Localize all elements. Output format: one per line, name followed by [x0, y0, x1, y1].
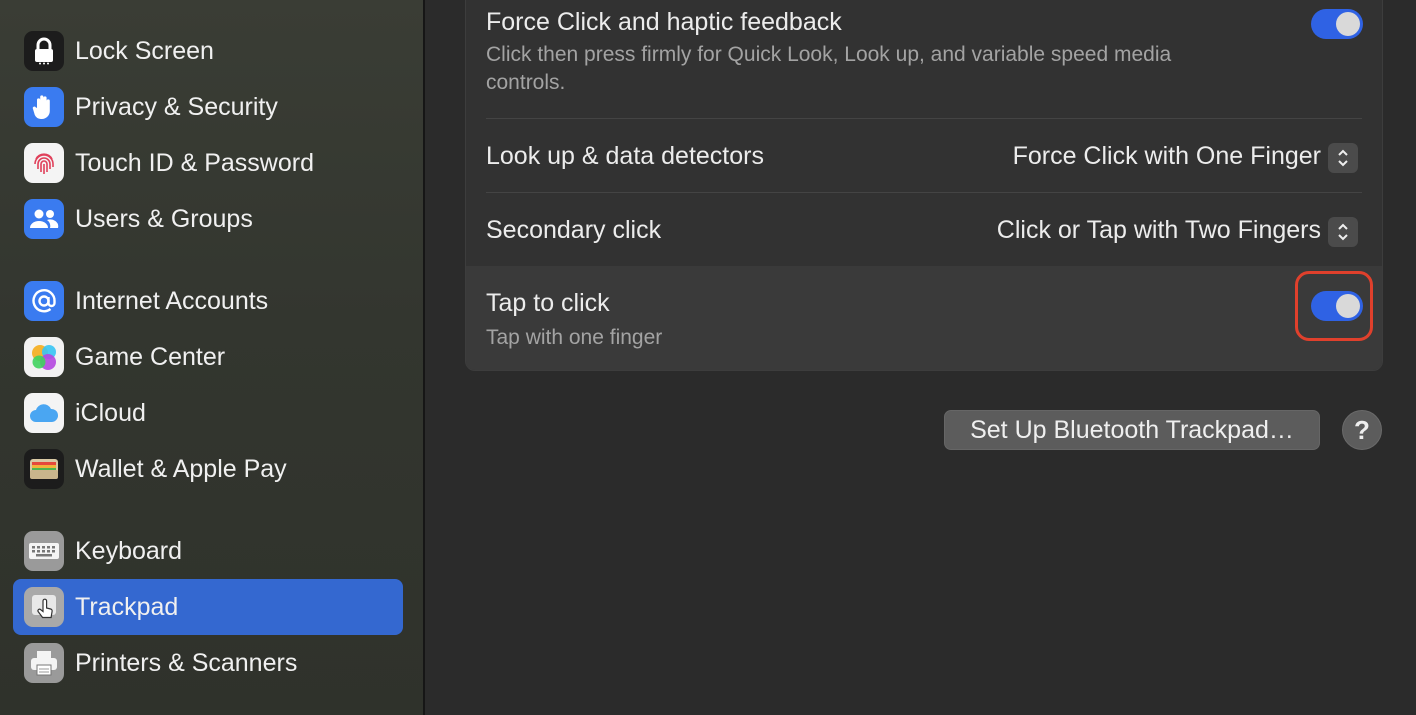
sidebar-item-touch-id[interactable]: Touch ID & Password [13, 135, 403, 191]
secondary-click-title: Secondary click [486, 216, 662, 244]
sidebar-item-label: Trackpad [75, 592, 179, 621]
force-click-toggle[interactable] [1311, 9, 1363, 39]
sidebar-item-label: Internet Accounts [75, 286, 269, 315]
sidebar-item-label: iCloud [75, 398, 146, 427]
trackpad-icon [24, 587, 64, 627]
force-click-title: Force Click and haptic feedback [486, 8, 842, 36]
sidebar-item-label: Lock Screen [75, 36, 214, 65]
sidebar-item-internet-accounts[interactable]: Internet Accounts [13, 273, 403, 329]
look-up-chevron-updown-icon[interactable] [1328, 143, 1358, 173]
sidebar-item-users-groups[interactable]: Users & Groups [13, 191, 403, 247]
setup-bluetooth-trackpad-button[interactable]: Set Up Bluetooth Trackpad… [944, 410, 1320, 450]
sidebar: Lock Screen Privacy & Security Touch ID … [0, 0, 424, 715]
sidebar-item-keyboard[interactable]: Keyboard [13, 523, 403, 579]
force-click-row: Force Click and haptic feedback Click th… [466, 0, 1382, 118]
sidebar-item-icloud[interactable]: iCloud [13, 385, 403, 441]
wallet-icon [24, 449, 64, 489]
sidebar-item-lock-screen[interactable]: Lock Screen [13, 23, 403, 79]
sidebar-item-trackpad[interactable]: Trackpad [13, 579, 403, 635]
at-icon [24, 281, 64, 321]
main-content: Force Click and haptic feedback Click th… [425, 0, 1416, 715]
secondary-click-select[interactable]: Click or Tap with Two Fingers [997, 216, 1321, 245]
sidebar-item-wallet[interactable]: Wallet & Apple Pay [13, 441, 403, 497]
lock-icon [24, 31, 64, 71]
tap-to-click-highlight [1295, 271, 1373, 341]
help-button[interactable]: ? [1342, 410, 1382, 450]
tap-to-click-title: Tap to click [486, 289, 610, 317]
sidebar-item-game-center[interactable]: Game Center [13, 329, 403, 385]
sidebar-item-privacy-security[interactable]: Privacy & Security [13, 79, 403, 135]
secondary-click-chevron-updown-icon[interactable] [1328, 217, 1358, 247]
sidebar-item-label: Privacy & Security [75, 92, 278, 121]
look-up-title: Look up & data detectors [486, 142, 764, 170]
sidebar-item-label: Wallet & Apple Pay [75, 454, 287, 483]
look-up-row: Look up & data detectors Force Click wit… [466, 119, 1382, 192]
users-icon [24, 199, 64, 239]
game-center-icon [24, 337, 64, 377]
sidebar-item-label: Users & Groups [75, 204, 253, 233]
sidebar-item-label: Touch ID & Password [75, 148, 314, 177]
keyboard-icon [24, 531, 64, 571]
fingerprint-icon [24, 143, 64, 183]
printer-icon [24, 643, 64, 683]
sidebar-item-label: Keyboard [75, 536, 183, 565]
sidebar-item-label: Printers & Scanners [75, 648, 298, 677]
sidebar-item-printers[interactable]: Printers & Scanners [13, 635, 403, 691]
cloud-icon [24, 393, 64, 433]
hand-icon [24, 87, 64, 127]
tap-to-click-subtitle: Tap with one finger [486, 326, 663, 349]
look-up-select[interactable]: Force Click with One Finger [1013, 142, 1321, 171]
toggle-knob [1336, 12, 1360, 36]
trackpad-settings-group: Force Click and haptic feedback Click th… [465, 0, 1383, 371]
secondary-click-row: Secondary click Click or Tap with Two Fi… [466, 193, 1382, 266]
sidebar-item-label: Game Center [75, 342, 226, 371]
force-click-subtitle: Click then press firmly for Quick Look, … [486, 43, 1172, 94]
tap-to-click-row: Tap to click Tap with one finger [466, 266, 1382, 370]
